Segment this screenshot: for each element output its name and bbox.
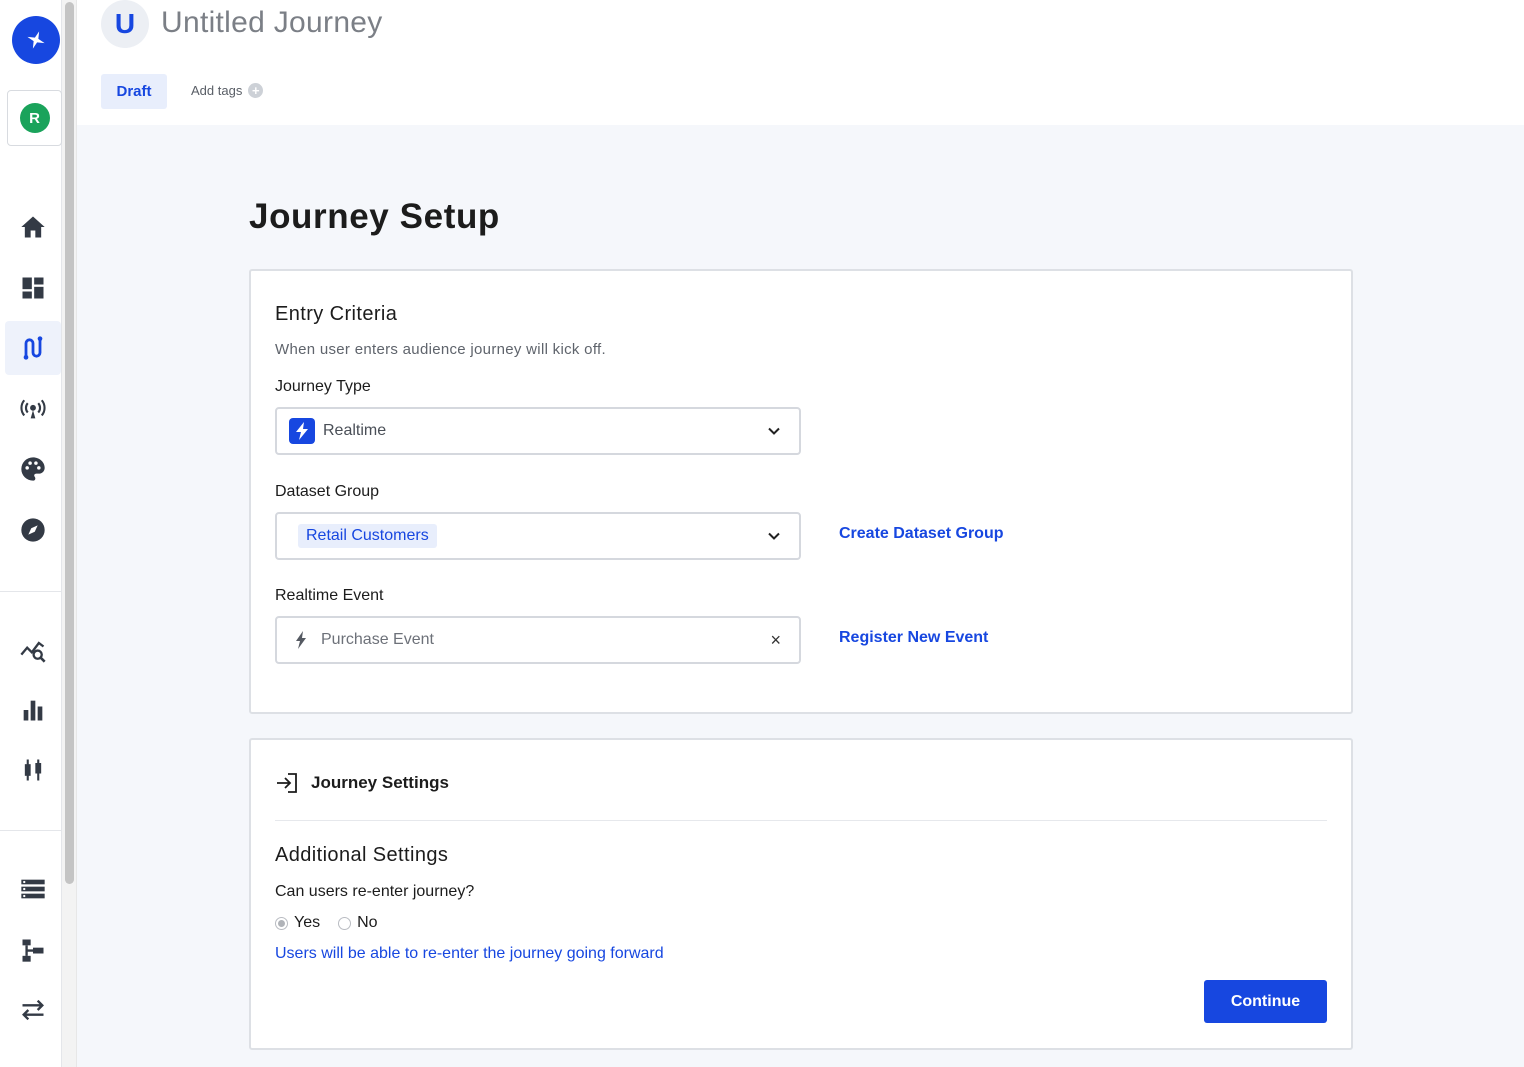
storage-icon[interactable] <box>5 862 61 916</box>
radio-no-label[interactable]: No <box>357 914 377 932</box>
radio-yes[interactable] <box>275 916 288 930</box>
journey-icon[interactable] <box>5 321 61 375</box>
bar-chart-icon[interactable] <box>5 683 61 737</box>
create-dataset-group-link[interactable]: Create Dataset Group <box>839 525 1004 543</box>
journey-type-value: Realtime <box>323 422 387 439</box>
hierarchy-icon[interactable] <box>5 923 61 977</box>
page-title: Journey Setup <box>249 197 500 236</box>
journey-header: U Untitled Journey Draft Add tags + <box>77 0 1524 125</box>
radio-yes-label[interactable]: Yes <box>294 914 320 932</box>
radio-no[interactable] <box>338 916 352 930</box>
add-tags-label: Add tags <box>191 83 243 98</box>
reenter-question: Can users re-enter journey? <box>275 883 475 900</box>
palette-icon[interactable] <box>5 442 61 496</box>
realtime-event-label: Realtime Event <box>275 587 384 604</box>
enter-icon <box>277 773 297 793</box>
realtime-event-select[interactable]: Purchase Event × <box>275 616 801 664</box>
entry-criteria-helper: When user enters audience journey will k… <box>275 341 606 358</box>
dataset-group-chip: Retail Customers <box>298 524 437 548</box>
reenter-note: Users will be able to re-enter the journ… <box>275 945 664 962</box>
swap-arrows-icon[interactable] <box>5 983 61 1037</box>
journey-avatar: U <box>101 0 149 48</box>
broadcast-icon[interactable] <box>5 382 61 436</box>
sparkle-logo-icon[interactable] <box>12 16 60 64</box>
reenter-radio-group: Yes No <box>275 914 396 932</box>
dataset-group-select[interactable]: Retail Customers <box>275 512 801 560</box>
entry-criteria-card: Entry Criteria When user enters audience… <box>249 269 1353 714</box>
nav-divider <box>0 830 62 831</box>
org-switcher[interactable]: R <box>7 90 62 146</box>
clear-icon[interactable]: × <box>770 630 781 651</box>
candlestick-icon[interactable] <box>5 743 61 797</box>
status-badge: Draft <box>101 74 167 109</box>
chevron-down-icon <box>768 427 780 435</box>
additional-settings-heading: Additional Settings <box>275 844 449 866</box>
add-tags-button[interactable]: Add tags + <box>191 83 264 98</box>
home-icon[interactable] <box>5 200 61 254</box>
journey-settings-title: Journey Settings <box>311 773 449 792</box>
main-content: Journey Setup Entry Criteria When user e… <box>77 125 1524 1067</box>
compass-icon[interactable] <box>5 503 61 557</box>
analytics-search-icon[interactable] <box>5 623 61 677</box>
journey-type-label: Journey Type <box>275 378 371 395</box>
journey-title[interactable]: Untitled Journey <box>161 6 383 40</box>
journey-settings-header: Journey Settings <box>275 772 449 794</box>
register-new-event-link[interactable]: Register New Event <box>839 629 988 647</box>
chevron-down-icon <box>768 532 780 540</box>
journey-settings-card: Journey Settings Additional Settings Can… <box>249 738 1353 1050</box>
bolt-icon <box>296 631 306 649</box>
dataset-group-label: Dataset Group <box>275 483 380 500</box>
sidebar: R <box>0 0 62 1067</box>
nav-divider <box>0 591 62 592</box>
plus-icon: + <box>248 83 264 98</box>
org-avatar: R <box>19 103 50 133</box>
scrollbar-thumb[interactable] <box>65 2 74 884</box>
continue-button[interactable]: Continue <box>1204 980 1327 1023</box>
dashboard-icon[interactable] <box>5 261 61 315</box>
settings-divider <box>275 820 1327 821</box>
lightning-icon <box>289 418 315 444</box>
realtime-event-value: Purchase Event <box>321 631 434 648</box>
entry-criteria-heading: Entry Criteria <box>275 303 398 325</box>
sidebar-scrollbar[interactable] <box>62 0 77 1067</box>
journey-type-select[interactable]: Realtime <box>275 407 801 455</box>
